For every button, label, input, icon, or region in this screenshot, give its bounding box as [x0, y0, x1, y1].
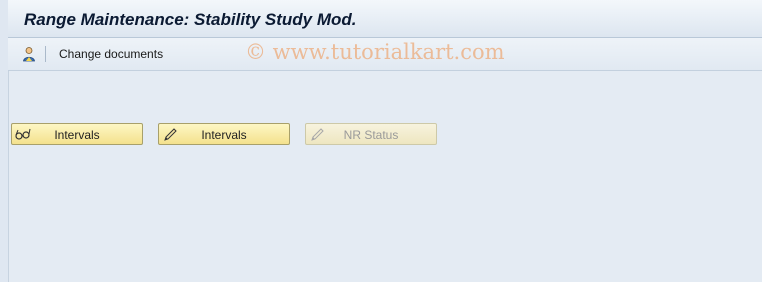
display-intervals-button[interactable]: Intervals	[11, 123, 143, 145]
button-label: Intervals	[201, 128, 247, 142]
toolbar-separator	[45, 46, 46, 62]
nr-status-button[interactable]: NR Status	[305, 123, 437, 145]
title-bar: Range Maintenance: Stability Study Mod.	[8, 0, 762, 38]
change-intervals-button[interactable]: Intervals	[158, 123, 290, 145]
button-label: NR Status	[343, 128, 399, 142]
change-documents-button[interactable]: Change documents	[59, 47, 163, 61]
button-label: Intervals	[54, 128, 100, 142]
page-title: Range Maintenance: Stability Study Mod.	[24, 10, 357, 29]
person-icon[interactable]	[21, 46, 37, 62]
watermark: © www.tutorialkart.com	[245, 40, 505, 64]
